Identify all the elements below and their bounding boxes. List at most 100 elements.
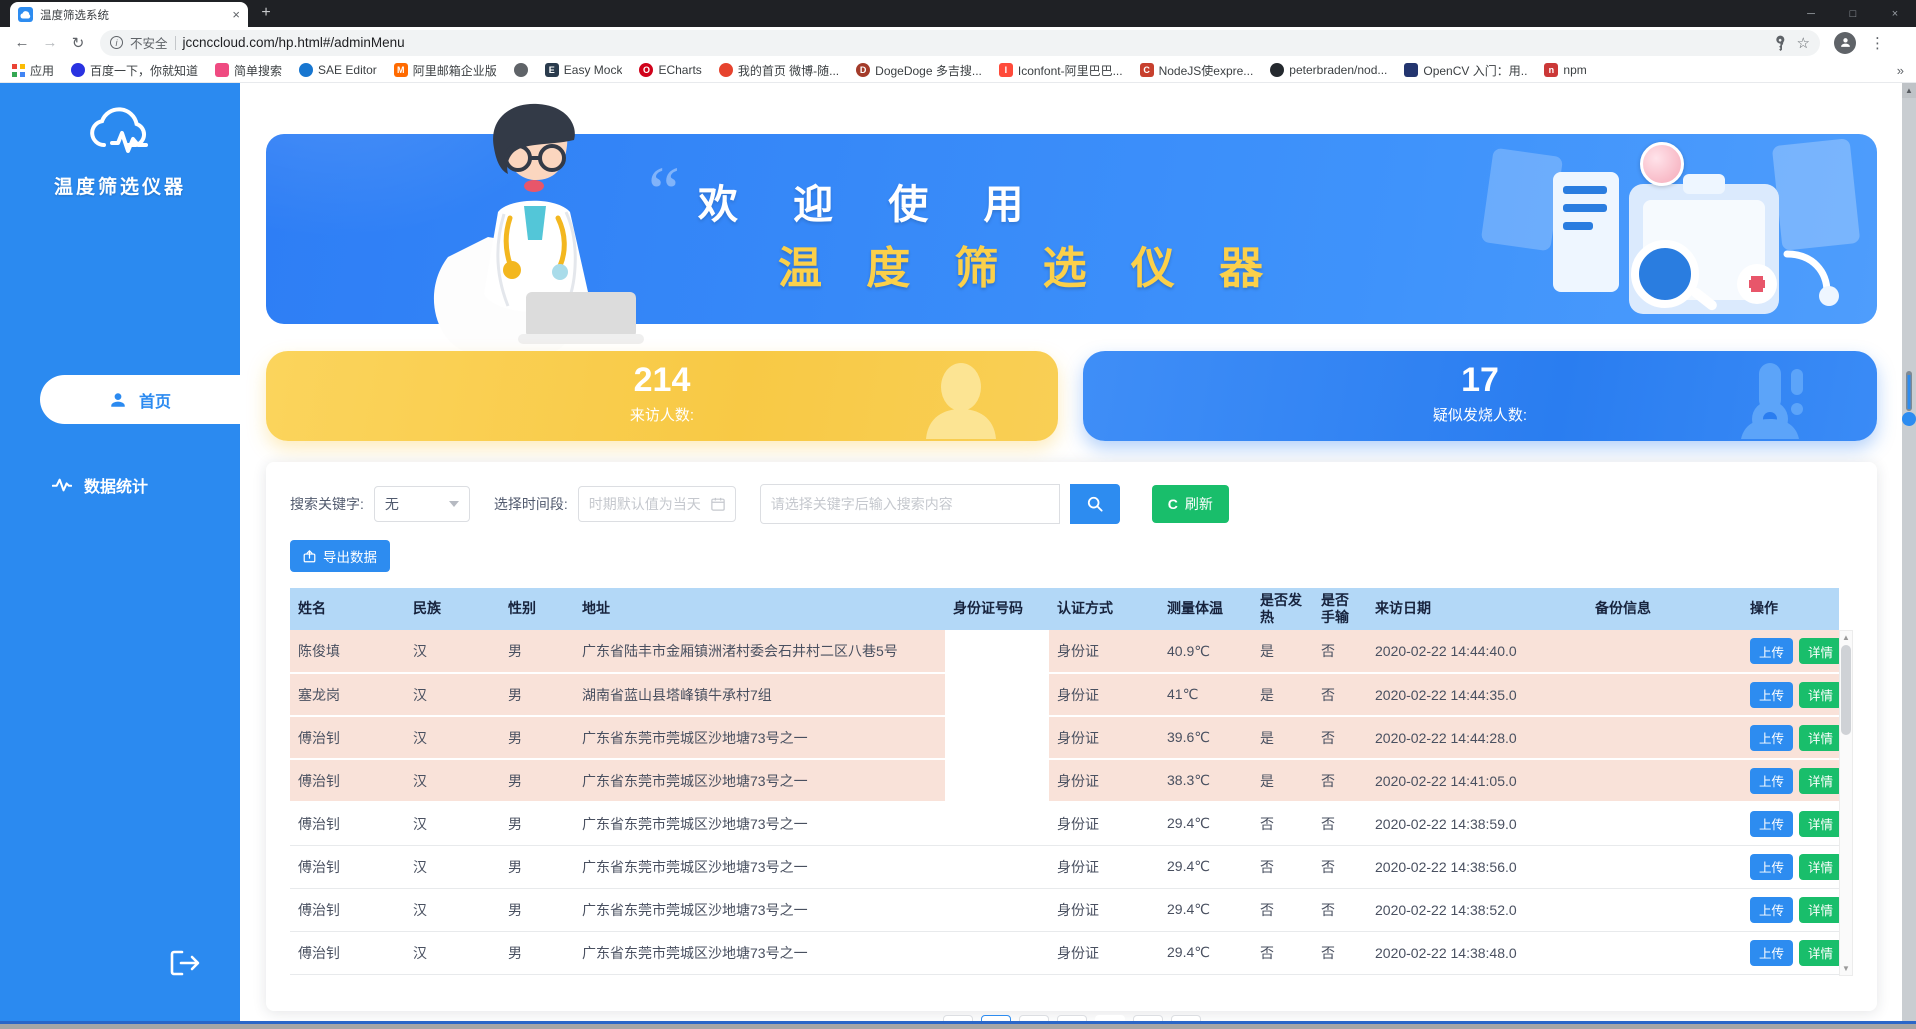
cell-date: 2020-02-22 14:41:05.0 <box>1367 759 1587 802</box>
cell-auth: 身份证 <box>1049 630 1159 673</box>
cell-ethnic: 汉 <box>405 630 500 673</box>
bookmark-item[interactable]: EEasy Mock <box>545 63 623 77</box>
col-auth: 认证方式 <box>1049 588 1159 630</box>
url-text[interactable]: jccnccloud.com/hp.html#/adminMenu <box>183 35 1767 50</box>
window-controls: ─ □ × <box>1790 0 1916 27</box>
table-row: 傅治钊汉男广东省东莞市莞城区沙地塘73号之一身份证29.4℃否否2020-02-… <box>290 802 1839 845</box>
col-note: 备份信息 <box>1587 588 1742 630</box>
bookmark-item[interactable]: OECharts <box>639 63 701 77</box>
cloud-pulse-icon <box>84 105 156 157</box>
time-label: 选择时间段: <box>494 494 568 514</box>
bookmark-item[interactable]: OpenCV 入门：用.. <box>1404 62 1527 79</box>
bookmark-item[interactable]: IIconfont-阿里巴巴... <box>999 62 1123 79</box>
new-tab-button[interactable]: + <box>254 1 278 25</box>
cell-id <box>945 845 1049 888</box>
password-key-icon[interactable] <box>1774 35 1790 51</box>
bookmark-item[interactable]: nnpm <box>1544 63 1586 77</box>
cell-manual: 否 <box>1313 673 1367 716</box>
app-logo: 温度筛选仪器 <box>0 105 240 199</box>
date-range-input[interactable]: 时期默认值为当天 <box>578 486 736 522</box>
tab-close-icon[interactable]: × <box>232 8 240 21</box>
window-maximize-button[interactable]: □ <box>1832 0 1874 27</box>
pulse-icon <box>52 477 72 493</box>
refresh-button[interactable]: C 刷新 <box>1152 485 1229 523</box>
detail-button[interactable]: 详情 <box>1799 682 1839 708</box>
detail-button[interactable]: 详情 <box>1799 768 1839 794</box>
upload-button[interactable]: 上传 <box>1750 768 1793 794</box>
bookmark-apps[interactable]: 应用 <box>12 62 54 79</box>
browser-menu-icon[interactable]: ⋮ <box>1870 34 1885 52</box>
cell-name: 傅治钊 <box>290 931 405 974</box>
cell-note <box>1587 759 1742 802</box>
thermometer-scroll-thumb[interactable] <box>1902 369 1916 429</box>
window-minimize-button[interactable]: ─ <box>1790 0 1832 27</box>
bookmark-item[interactable]: peterbraden/nod... <box>1270 63 1387 77</box>
upload-button[interactable]: 上传 <box>1750 897 1793 923</box>
cell-actions: 上传详情 <box>1742 845 1839 888</box>
refresh-label: 刷新 <box>1185 494 1213 514</box>
detail-button[interactable]: 详情 <box>1799 725 1839 751</box>
sidebar-item-label: 首页 <box>139 388 171 412</box>
upload-button[interactable]: 上传 <box>1750 725 1793 751</box>
cell-manual: 否 <box>1313 716 1367 759</box>
scroll-down-icon[interactable]: ▼ <box>1842 962 1850 975</box>
cell-id <box>945 802 1049 845</box>
detail-button[interactable]: 详情 <box>1799 897 1839 923</box>
detail-button[interactable]: 详情 <box>1799 854 1839 880</box>
refresh-icon: C <box>1168 496 1178 512</box>
upload-button[interactable]: 上传 <box>1750 854 1793 880</box>
profile-avatar-icon[interactable] <box>1834 32 1856 54</box>
table-scroll-thumb[interactable] <box>1841 645 1851 735</box>
cell-note <box>1587 673 1742 716</box>
browser-tab[interactable]: 温度筛选系统 × <box>10 2 248 27</box>
page-scroll-up-icon[interactable]: ▲ <box>1902 83 1916 98</box>
upload-button[interactable]: 上传 <box>1750 638 1793 664</box>
bookmark-item[interactable]: CNodeJS使expre... <box>1140 62 1254 79</box>
forward-icon[interactable]: → <box>38 31 62 55</box>
cell-date: 2020-02-22 14:38:59.0 <box>1367 802 1587 845</box>
upload-button[interactable]: 上传 <box>1750 940 1793 966</box>
sidebar-item-home[interactable]: 首页 <box>40 375 240 424</box>
detail-button[interactable]: 详情 <box>1799 811 1839 837</box>
table-scrollbar[interactable]: ▲ ▼ <box>1839 630 1853 976</box>
cell-ethnic: 汉 <box>405 845 500 888</box>
bookmark-item[interactable] <box>514 63 528 77</box>
keyword-select[interactable]: 无 <box>374 486 470 522</box>
cell-name: 傅治钊 <box>290 845 405 888</box>
export-data-button[interactable]: 导出数据 <box>290 540 390 572</box>
search-button[interactable] <box>1070 484 1120 524</box>
bookmark-item[interactable]: 百度一下，你就知道 <box>71 62 198 79</box>
bookmark-item[interactable]: DDogeDoge 多吉搜... <box>856 62 982 79</box>
cell-auth: 身份证 <box>1049 673 1159 716</box>
upload-button[interactable]: 上传 <box>1750 682 1793 708</box>
bookmark-item[interactable]: M阿里邮箱企业版 <box>394 62 497 79</box>
reload-icon[interactable]: ↻ <box>66 31 90 55</box>
search-input[interactable]: 请选择关键字后输入搜索内容 <box>760 484 1060 524</box>
scroll-up-icon[interactable]: ▲ <box>1842 631 1850 644</box>
bookmark-item[interactable]: 简单搜索 <box>215 62 282 79</box>
back-icon[interactable]: ← <box>10 31 34 55</box>
cell-name: 塞龙岗 <box>290 673 405 716</box>
info-icon[interactable]: i <box>110 36 123 49</box>
omnibox[interactable]: i 不安全 jccnccloud.com/hp.html#/adminMenu … <box>100 30 1820 56</box>
upload-button[interactable]: 上传 <box>1750 811 1793 837</box>
cell-temp: 40.9℃ <box>1159 630 1252 673</box>
cell-temp: 39.6℃ <box>1159 716 1252 759</box>
cell-ethnic: 汉 <box>405 716 500 759</box>
cell-id <box>945 716 1049 759</box>
sidebar-item-statistics[interactable]: 数据统计 <box>0 465 200 505</box>
bookmark-star-icon[interactable]: ☆ <box>1797 34 1810 52</box>
detail-button[interactable]: 详情 <box>1799 638 1839 664</box>
cell-fever: 否 <box>1252 888 1313 931</box>
page-scrollbar[interactable]: ▲ <box>1902 83 1916 1021</box>
keyword-select-value: 无 <box>385 494 399 514</box>
bookmark-item[interactable]: 我的首页 微博-随... <box>719 62 839 79</box>
logout-icon[interactable] <box>168 948 202 983</box>
bookmark-item[interactable]: SAE Editor <box>299 63 377 77</box>
detail-button[interactable]: 详情 <box>1799 940 1839 966</box>
user-avatar[interactable] <box>1640 142 1684 186</box>
browser-toolbar: ← → ↻ i 不安全 jccnccloud.com/hp.html#/admi… <box>0 27 1916 58</box>
bookmarks-overflow-icon[interactable]: » <box>1897 63 1904 78</box>
window-close-button[interactable]: × <box>1874 0 1916 27</box>
user-icon <box>109 391 127 409</box>
